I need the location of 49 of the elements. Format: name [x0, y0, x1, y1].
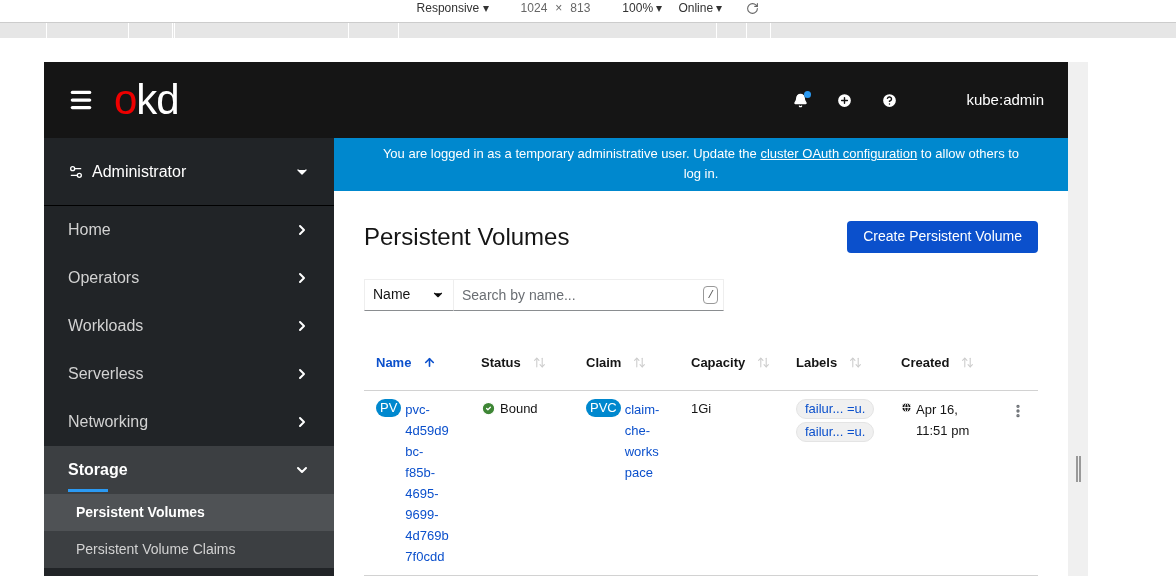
- add-icon[interactable]: [836, 91, 854, 109]
- page-title: Persistent Volumes: [364, 221, 570, 252]
- times-sign: ×: [555, 0, 563, 17]
- nav-item[interactable]: Serverless: [44, 350, 334, 398]
- oauth-link[interactable]: cluster OAuth configuration: [760, 146, 918, 162]
- network-select[interactable]: Online ▾: [678, 0, 723, 17]
- pv-link[interactable]: pvc- 4d59d9 bc- f85b- 4695- 9699- 4d769b 7f0cdd: [405, 399, 449, 567]
- created-time: Apr 16, 11:51 pm: [916, 401, 970, 440]
- create-button[interactable]: Create Persistent Volume: [847, 220, 1038, 253]
- claim-link[interactable]: claim- che- works pace: [624, 399, 660, 483]
- width-field[interactable]: 1024: [520, 0, 548, 17]
- nav-item[interactable]: Operators: [44, 254, 334, 302]
- column-header[interactable]: Created: [889, 334, 1038, 391]
- nav-subitem[interactable]: Persistent Volumes: [44, 494, 334, 531]
- banner-text: You are logged in as a temporary administrative user. Update the cluster OAuth configuration to allow others to log in.: [381, 145, 1021, 184]
- nav-item[interactable]: Workloads: [44, 302, 334, 350]
- user-menu[interactable]: kube:admin: [966, 88, 1044, 112]
- sort-icon: [633, 355, 647, 369]
- help-icon[interactable]: [881, 91, 899, 109]
- device-select[interactable]: Responsive ▾: [416, 0, 489, 17]
- column-header[interactable]: Name: [364, 334, 469, 391]
- status-text: Bound: [500, 400, 538, 418]
- success-icon: [481, 401, 496, 417]
- sort-ascending-icon: [423, 355, 437, 369]
- globe-icon: [901, 402, 912, 413]
- resize-handle[interactable]: [1076, 456, 1081, 482]
- capacity-text: 1Gi: [691, 401, 712, 416]
- notification-button[interactable]: [793, 92, 809, 108]
- sort-icon: [757, 355, 771, 369]
- sort-icon: [961, 355, 975, 369]
- pvc-badge: PVC: [586, 399, 621, 417]
- height-field[interactable]: 813: [570, 0, 591, 17]
- label-chip[interactable]: failur... =u.: [796, 399, 875, 419]
- nav-item[interactable]: Storage: [44, 446, 334, 494]
- pv-badge: PV: [376, 399, 402, 417]
- column-header[interactable]: Labels: [784, 334, 889, 391]
- column-header[interactable]: Status: [469, 334, 574, 391]
- sort-icon: [532, 355, 546, 369]
- nav-item[interactable]: Networking: [44, 398, 334, 446]
- rotate-icon[interactable]: [746, 1, 760, 15]
- filter-type-select[interactable]: Name: [364, 278, 454, 311]
- label-chip[interactable]: failur... =u.: [796, 422, 875, 442]
- logo: okd: [114, 79, 179, 121]
- zoom-select[interactable]: 100% ▾: [622, 0, 663, 17]
- nav-subitem[interactable]: Persistent Volume Claims: [44, 531, 334, 568]
- nav-item[interactable]: Home: [44, 206, 334, 254]
- sort-icon: [849, 355, 863, 369]
- column-header[interactable]: Capacity: [679, 334, 784, 391]
- column-header[interactable]: Claim: [574, 334, 679, 391]
